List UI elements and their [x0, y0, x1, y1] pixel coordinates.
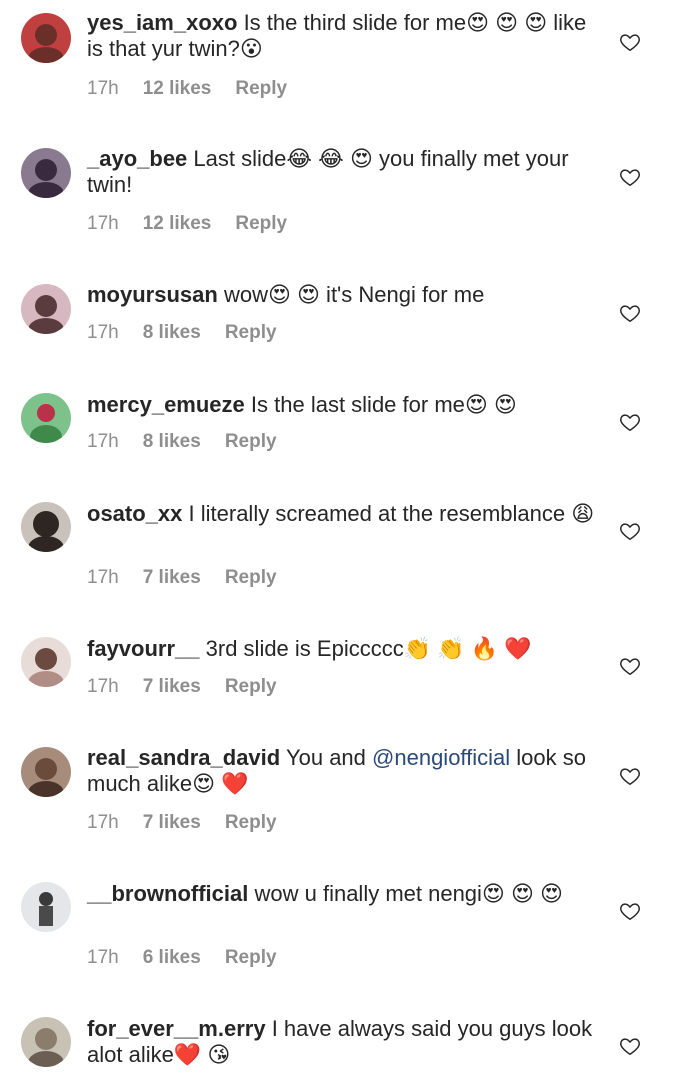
reply-button[interactable]: Reply: [235, 213, 287, 234]
comment-username[interactable]: for_ever__m.erry: [87, 1016, 266, 1041]
heart-outline-icon[interactable]: [619, 302, 641, 324]
comment-username[interactable]: yes_iam_xoxo: [87, 10, 237, 35]
comment-username[interactable]: __brownofficial: [87, 881, 248, 906]
avatar[interactable]: [21, 1017, 71, 1067]
comment-text: I literally screamed at the resemblance …: [188, 501, 595, 526]
avatar[interactable]: [21, 13, 71, 63]
heart-outline-icon[interactable]: [619, 31, 641, 53]
comments-list: yes_iam_xoxo Is the third slide for me😍 …: [0, 0, 676, 1080]
heart-outline-icon[interactable]: [619, 411, 641, 433]
heart-outline-icon[interactable]: [619, 1035, 641, 1057]
reply-button[interactable]: Reply: [225, 322, 277, 343]
comment-username[interactable]: osato_xx: [87, 501, 182, 526]
comment-likes[interactable]: 6 likes: [143, 947, 201, 968]
comment-time: 17h: [87, 322, 119, 343]
comment-text: Is the last slide for me😍 😍: [250, 392, 517, 417]
comment-time: 17h: [87, 213, 119, 234]
comment-likes[interactable]: 8 likes: [143, 322, 201, 343]
reply-button[interactable]: Reply: [235, 78, 287, 99]
comment-likes[interactable]: 7 likes: [143, 676, 201, 697]
comment-likes[interactable]: 7 likes: [143, 812, 201, 833]
comment-text: wow😍 😍 it's Nengi for me: [223, 282, 485, 307]
reply-button[interactable]: Reply: [225, 812, 277, 833]
reply-button[interactable]: Reply: [225, 947, 277, 968]
avatar[interactable]: [21, 393, 71, 443]
comment-likes[interactable]: 12 likes: [143, 78, 212, 99]
comment-time: 17h: [87, 947, 119, 968]
comment-text: You and: [285, 745, 366, 770]
comment-username[interactable]: _ayo_bee: [87, 146, 187, 171]
comment-time: 17h: [87, 431, 119, 452]
comment-time: 17h: [87, 812, 119, 833]
comment-username[interactable]: fayvourr__: [87, 636, 200, 661]
avatar[interactable]: [21, 882, 71, 932]
heart-outline-icon[interactable]: [619, 900, 641, 922]
heart-outline-icon[interactable]: [619, 520, 641, 542]
comment-likes[interactable]: 8 likes: [143, 431, 201, 452]
mention-link[interactable]: @nengiofficial: [372, 745, 510, 770]
heart-outline-icon[interactable]: [619, 765, 641, 787]
avatar[interactable]: [21, 148, 71, 198]
comment-likes[interactable]: 12 likes: [143, 213, 212, 234]
comment-username[interactable]: real_sandra_david: [87, 745, 280, 770]
avatar[interactable]: [21, 502, 71, 552]
comment-time: 17h: [87, 78, 119, 99]
comment-time: 17h: [87, 567, 119, 588]
avatar[interactable]: [21, 284, 71, 334]
comment-text: wow u finally met nengi😍 😍 😍: [254, 881, 563, 906]
avatar[interactable]: [21, 747, 71, 797]
comment-time: 17h: [87, 676, 119, 697]
reply-button[interactable]: Reply: [225, 676, 277, 697]
comment-username[interactable]: mercy_emueze: [87, 392, 245, 417]
comment-text: 3rd slide is Epiccccc👏 👏 🔥 ❤️: [205, 636, 532, 661]
reply-button[interactable]: Reply: [225, 431, 277, 452]
avatar[interactable]: [21, 637, 71, 687]
comment-likes[interactable]: 7 likes: [143, 567, 201, 588]
heart-outline-icon[interactable]: [619, 655, 641, 677]
comment-username[interactable]: moyursusan: [87, 282, 218, 307]
reply-button[interactable]: Reply: [225, 567, 277, 588]
heart-outline-icon[interactable]: [619, 166, 641, 188]
